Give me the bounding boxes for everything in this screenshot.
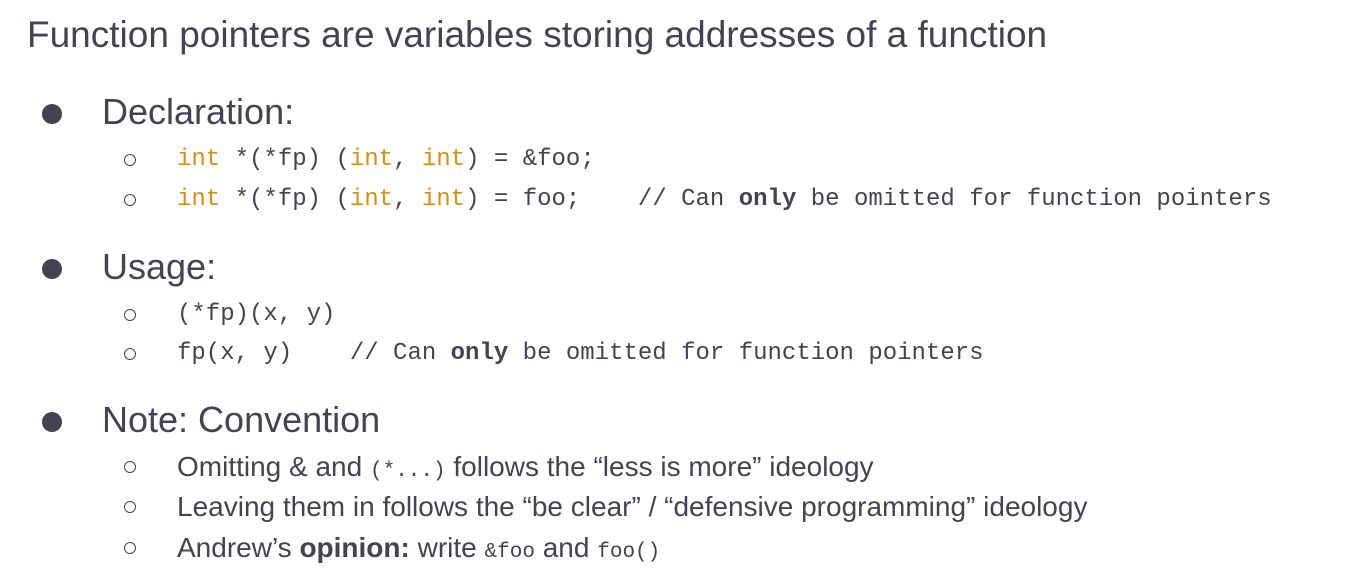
bullet-icon [42, 259, 62, 279]
keyword: int [177, 186, 221, 213]
note-heading: Note: Convention [102, 399, 381, 440]
code-text: *(*fp) ( [220, 186, 350, 213]
sub-bullet-icon [124, 348, 136, 360]
note-text: follows the “less is more” ideology [445, 451, 874, 482]
emphasis-text: only [738, 186, 797, 213]
sub-bullet-icon [124, 542, 136, 554]
emphasis-text: only [450, 340, 509, 367]
keyword: int [349, 146, 394, 173]
code-text: be omitted for function pointers [796, 186, 1272, 213]
code-text: *(*fp) ( [220, 146, 350, 173]
sub-bullet-icon [124, 309, 136, 321]
usage-code-line-2: fp(x, y) // Can only be omitted for func… [177, 338, 984, 370]
code-text: , [393, 146, 422, 173]
declaration-heading: Declaration: [102, 91, 295, 132]
slide-title: Function pointers are variables storing … [27, 14, 1048, 55]
note-text: write [409, 532, 485, 563]
note-text: Omitting & and [177, 451, 370, 482]
code-text: , [393, 186, 422, 213]
keyword: int [177, 146, 221, 173]
sub-bullet-icon [124, 501, 136, 513]
code-text: ) = &foo; [465, 146, 595, 173]
keyword: int [421, 186, 466, 213]
bullet-icon [42, 412, 62, 432]
usage-code-line-1: (*fp)(x, y) [177, 301, 336, 328]
usage-heading: Usage: [102, 246, 217, 287]
keyword: int [421, 146, 466, 173]
note-line-1: Omitting & and (*...) follows the “less … [177, 449, 874, 490]
sub-bullet-icon [124, 194, 136, 206]
code-text: fp(x, y) // Can [177, 340, 451, 367]
bullet-icon [42, 104, 62, 124]
note-line-3: Andrew’s opinion: write &foo and foo() [177, 530, 660, 571]
declaration-code-line-2: int *(*fp) (int, int) = foo; // Can only… [177, 184, 1272, 216]
note-line-2: Leaving them in follows the “be clear” /… [177, 491, 1088, 522]
inline-code: (*...) [369, 460, 446, 483]
code-text: be omitted for function pointers [508, 340, 984, 367]
declaration-code-line-1: int *(*fp) (int, int) = &foo; [177, 144, 595, 176]
sub-bullet-icon [124, 461, 136, 473]
inline-code: foo() [597, 541, 661, 564]
inline-code: &foo [484, 541, 535, 564]
sub-bullet-icon [124, 154, 136, 166]
code-text: ) = foo; // Can [465, 186, 739, 213]
note-text: and [534, 532, 598, 563]
emphasis-text: opinion: [299, 532, 410, 563]
keyword: int [349, 186, 394, 213]
note-text: Andrew’s [177, 532, 300, 563]
